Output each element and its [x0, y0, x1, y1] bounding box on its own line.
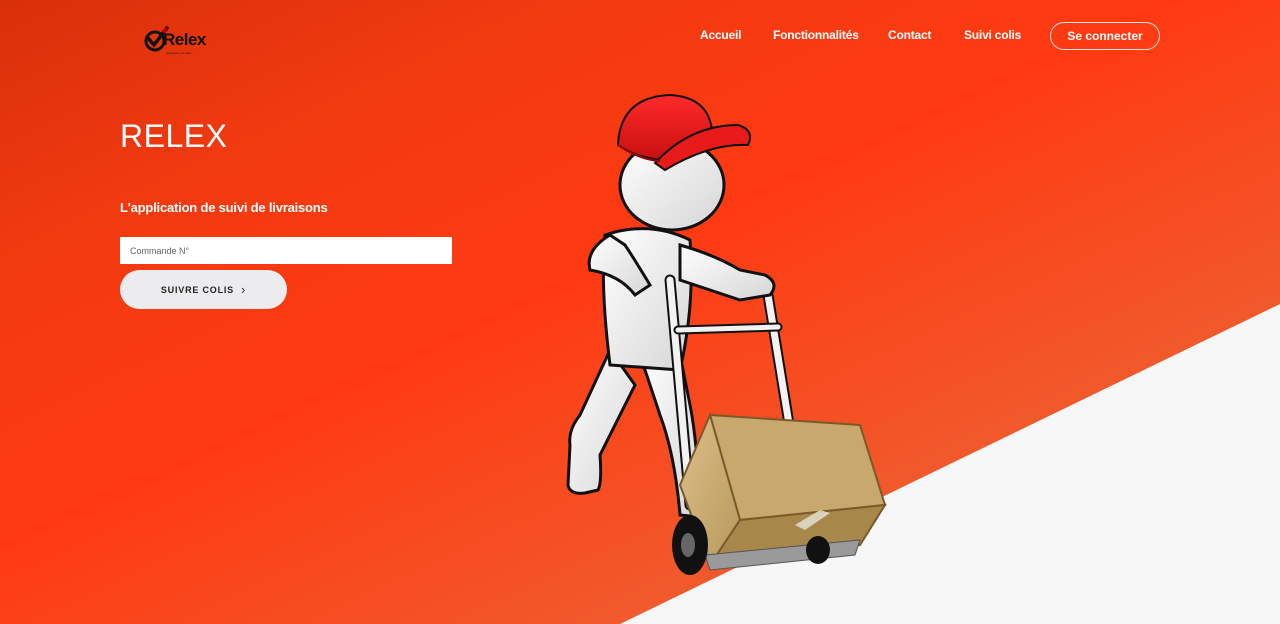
- hero-subtitle: L'application de suivi de livraisons: [120, 200, 328, 215]
- nav-link-fonctionnalites[interactable]: Fonctionnalités: [773, 28, 859, 42]
- nav-link-accueil[interactable]: Accueil: [700, 28, 741, 42]
- delivery-man-illustration: [566, 93, 887, 575]
- chevron-right-icon: ›: [240, 282, 247, 297]
- order-number-input[interactable]: [120, 237, 452, 264]
- track-button-label: SUIVRE COLIS: [160, 284, 234, 295]
- nav-link-contact[interactable]: Contact: [888, 28, 931, 42]
- hero-title: RELEX: [120, 118, 228, 154]
- track-parcel-button[interactable]: SUIVRE COLIS ›: [120, 270, 287, 309]
- nav-link-suivi-colis[interactable]: Suivi colis: [964, 28, 1021, 42]
- main-nav: Accueil Fonctionnalités Contact Suivi co…: [0, 0, 1280, 72]
- login-button[interactable]: Se connecter: [1050, 22, 1160, 50]
